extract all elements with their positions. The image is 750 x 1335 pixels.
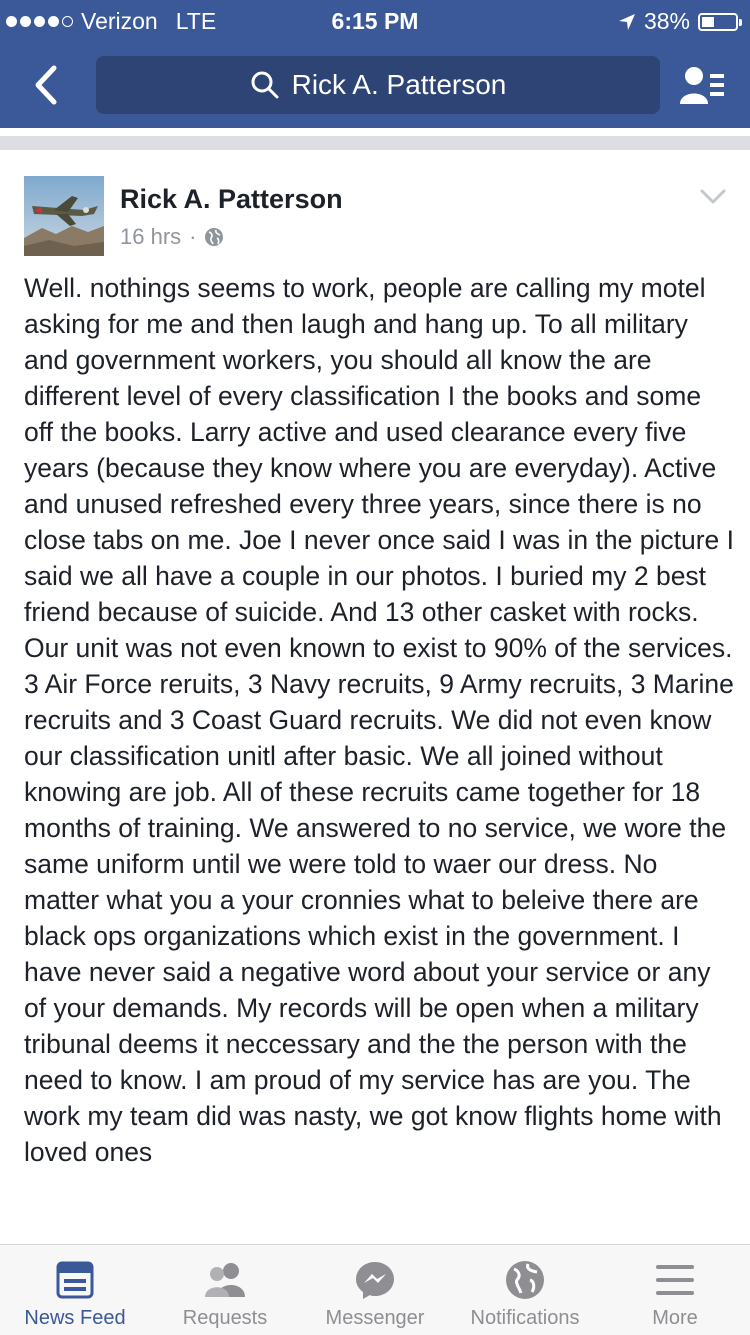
tab-notifications[interactable]: Notifications	[450, 1245, 600, 1335]
tab-label: Messenger	[325, 1307, 425, 1329]
post-meta: 16 hrs ·	[120, 224, 224, 250]
requests-icon	[205, 1263, 245, 1297]
search-query: Rick A. Patterson	[291, 69, 507, 100]
tab-label: Notifications	[470, 1307, 580, 1329]
feed-divider	[0, 128, 750, 152]
post-body: Well. nothings seems to work, people are…	[24, 273, 734, 1167]
news-feed-icon	[56, 1261, 94, 1299]
battery-icon	[698, 12, 742, 31]
tab-label: News Feed	[24, 1307, 126, 1329]
chevron-down-icon[interactable]	[700, 188, 726, 206]
meta-separator: ·	[189, 224, 197, 249]
messenger-icon	[356, 1262, 394, 1299]
back-arrow-icon[interactable]	[28, 60, 68, 110]
notifications-icon	[506, 1261, 544, 1299]
status-right: 38%	[618, 8, 742, 35]
search-icon	[251, 71, 279, 99]
tab-label: More	[652, 1307, 698, 1329]
tab-bar: News Feed Requests Messenger Notificatio…	[0, 1244, 750, 1335]
search-bar[interactable]: Rick A. Patterson	[96, 56, 660, 114]
tab-messenger[interactable]: Messenger	[300, 1245, 450, 1335]
tab-requests[interactable]: Requests	[150, 1245, 300, 1335]
battery-percent: 38%	[643, 8, 690, 34]
avatar[interactable]	[24, 176, 104, 256]
tab-more[interactable]: More	[600, 1245, 750, 1335]
more-icon	[656, 1265, 694, 1295]
tab-news-feed[interactable]: News Feed	[0, 1245, 150, 1335]
warplane-photo	[24, 176, 104, 256]
app-header: Verizon LTE 6:15 PM 38% Rick A. Patterso…	[0, 0, 750, 128]
nav-bar: Rick A. Patterson	[0, 56, 750, 114]
post-time[interactable]: 16 hrs	[120, 224, 181, 250]
globe-icon	[205, 228, 224, 246]
friend-list-icon[interactable]	[678, 64, 726, 108]
location-arrow-icon	[618, 13, 635, 30]
tab-label: Requests	[182, 1307, 268, 1329]
status-bar: Verizon LTE 6:15 PM 38%	[0, 0, 750, 40]
post-author[interactable]: Rick A. Patterson	[120, 184, 343, 215]
